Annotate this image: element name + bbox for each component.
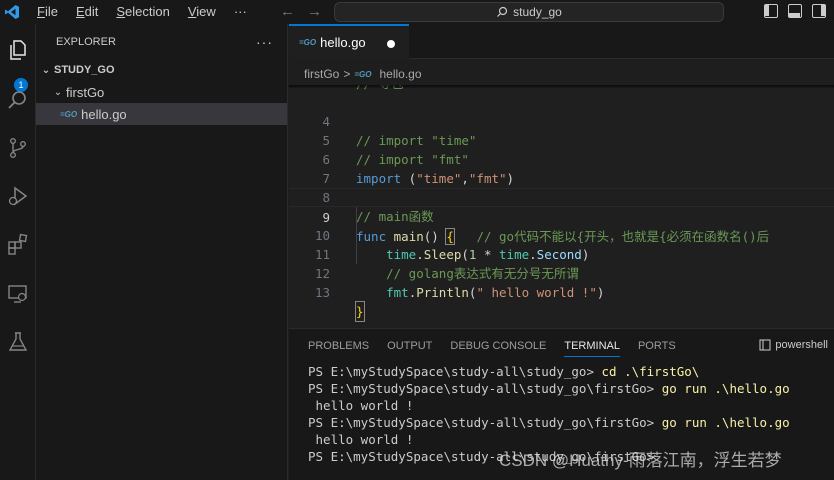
- menu-edit[interactable]: Edit: [67, 0, 107, 24]
- menu-view[interactable]: View: [179, 0, 225, 24]
- command-center-text: study_go: [513, 5, 562, 19]
- folder-label: firstGo: [66, 84, 105, 100]
- indent-guide: [356, 207, 357, 264]
- menu-file[interactable]: File: [28, 0, 67, 24]
- toggle-secondary-sidebar-icon[interactable]: [812, 4, 826, 18]
- breadcrumb: firstGo > =GO hello.go: [289, 63, 422, 85]
- chevron-down-icon: ⌄: [53, 86, 63, 98]
- tab-ports[interactable]: PORTS: [638, 339, 694, 359]
- go-file-icon: =GO: [299, 38, 317, 47]
- code-line: 8 // main函数: [322, 190, 434, 224]
- unsaved-dot-icon[interactable]: [387, 40, 395, 48]
- extensions-icon[interactable]: [0, 224, 36, 264]
- code-line-current: 9 func main() { // go代码不能以{开头，也就是{必须在函数名…: [289, 188, 834, 245]
- command-center-search[interactable]: study_go: [334, 2, 724, 22]
- shell-name: powershell: [775, 339, 828, 351]
- run-debug-icon[interactable]: [0, 176, 36, 216]
- menu-bar: File Edit Selection View ···: [28, 0, 256, 24]
- search-icon: [497, 6, 508, 17]
- tab-debug-console[interactable]: DEBUG CONSOLE: [450, 339, 564, 359]
- tab-terminal[interactable]: TERMINAL: [564, 339, 638, 359]
- menu-more[interactable]: ···: [225, 0, 256, 24]
- chevron-down-icon: ⌄: [41, 64, 51, 76]
- folder-row-firstgo[interactable]: ⌄ firstGo: [36, 81, 287, 103]
- file-row-hello-go[interactable]: =GO hello.go: [36, 103, 287, 125]
- explorer-title: EXPLORER: [56, 35, 116, 48]
- workspace-folder-row[interactable]: ⌄ STUDY_GO: [36, 59, 287, 81]
- tab-label: hello.go: [320, 35, 366, 50]
- terminal-shell-selector[interactable]: powershell: [759, 339, 828, 351]
- breadcrumb-folder[interactable]: firstGo: [304, 67, 339, 81]
- activity-bar: 1: [0, 24, 36, 480]
- editor-scroll-shadow: [289, 85, 834, 88]
- breadcrumb-file[interactable]: hello.go: [379, 67, 421, 81]
- code-line: 6 import ("time","fmt"): [322, 152, 515, 186]
- terminal-line: PS E:\myStudySpace\study-all\study_go\fi…: [308, 415, 790, 430]
- code-line: 12 fmt.Println(" hello world !"): [314, 266, 605, 300]
- code-line: 10 time.Sleep(1 * time.Second): [314, 228, 590, 262]
- terminal-icon: [759, 339, 771, 351]
- more-actions-icon[interactable]: ···: [256, 34, 273, 50]
- vscode-logo-icon: [0, 0, 24, 24]
- toggle-panel-icon[interactable]: [788, 4, 802, 18]
- editor-tab-bar: =GO hello.go: [289, 24, 834, 59]
- title-bar: File Edit Selection View ··· ← → study_g…: [0, 0, 834, 24]
- forward-arrow-icon[interactable]: →: [307, 3, 322, 21]
- toggle-sidebar-icon[interactable]: [764, 4, 778, 18]
- code-editor[interactable]: // 导包 4 // import "time" 5 // import "fm…: [289, 85, 834, 327]
- code-line: 5 // import "fmt": [322, 133, 469, 167]
- explorer-sidebar: EXPLORER ··· ⌄ STUDY_GO ⌄ firstGo =GO he…: [36, 24, 288, 480]
- remote-explorer-icon[interactable]: [0, 274, 36, 314]
- file-label: hello.go: [81, 106, 127, 122]
- explorer-icon[interactable]: [0, 30, 36, 70]
- go-file-icon: =GO: [354, 69, 372, 79]
- code-line: 11 // golang表达式有无分号无所谓: [314, 247, 579, 281]
- panel-tabs: PROBLEMS OUTPUT DEBUG CONSOLE TERMINAL P…: [308, 339, 694, 359]
- code-line: 7: [322, 171, 330, 186]
- navigation-arrows: ← →: [280, 3, 322, 21]
- menu-selection[interactable]: Selection: [107, 0, 178, 24]
- code-line: 13 }: [314, 285, 365, 322]
- go-file-icon: =GO: [60, 109, 78, 119]
- workspace-folder-label: STUDY_GO: [54, 64, 115, 76]
- back-arrow-icon[interactable]: ←: [280, 3, 295, 21]
- testing-flask-icon[interactable]: [0, 322, 36, 362]
- tab-problems[interactable]: PROBLEMS: [308, 339, 387, 359]
- breadcrumb-separator: >: [343, 67, 351, 81]
- terminal-line: hello world !: [308, 398, 414, 413]
- layout-controls: [764, 4, 826, 18]
- tab-hello-go[interactable]: =GO hello.go: [289, 24, 409, 59]
- source-control-icon[interactable]: [0, 128, 36, 168]
- terminal-line: PS E:\myStudySpace\study-all\study_go> c…: [308, 364, 700, 379]
- code-line: 4 // import "time": [322, 114, 477, 148]
- tab-output[interactable]: OUTPUT: [387, 339, 450, 359]
- search-icon[interactable]: [0, 80, 36, 120]
- explorer-header: EXPLORER ···: [36, 24, 287, 59]
- watermark: CSDN @Huathy-雨落江南，浮生若梦: [499, 451, 782, 470]
- terminal-line: PS E:\myStudySpace\study-all\study_go\fi…: [308, 381, 790, 396]
